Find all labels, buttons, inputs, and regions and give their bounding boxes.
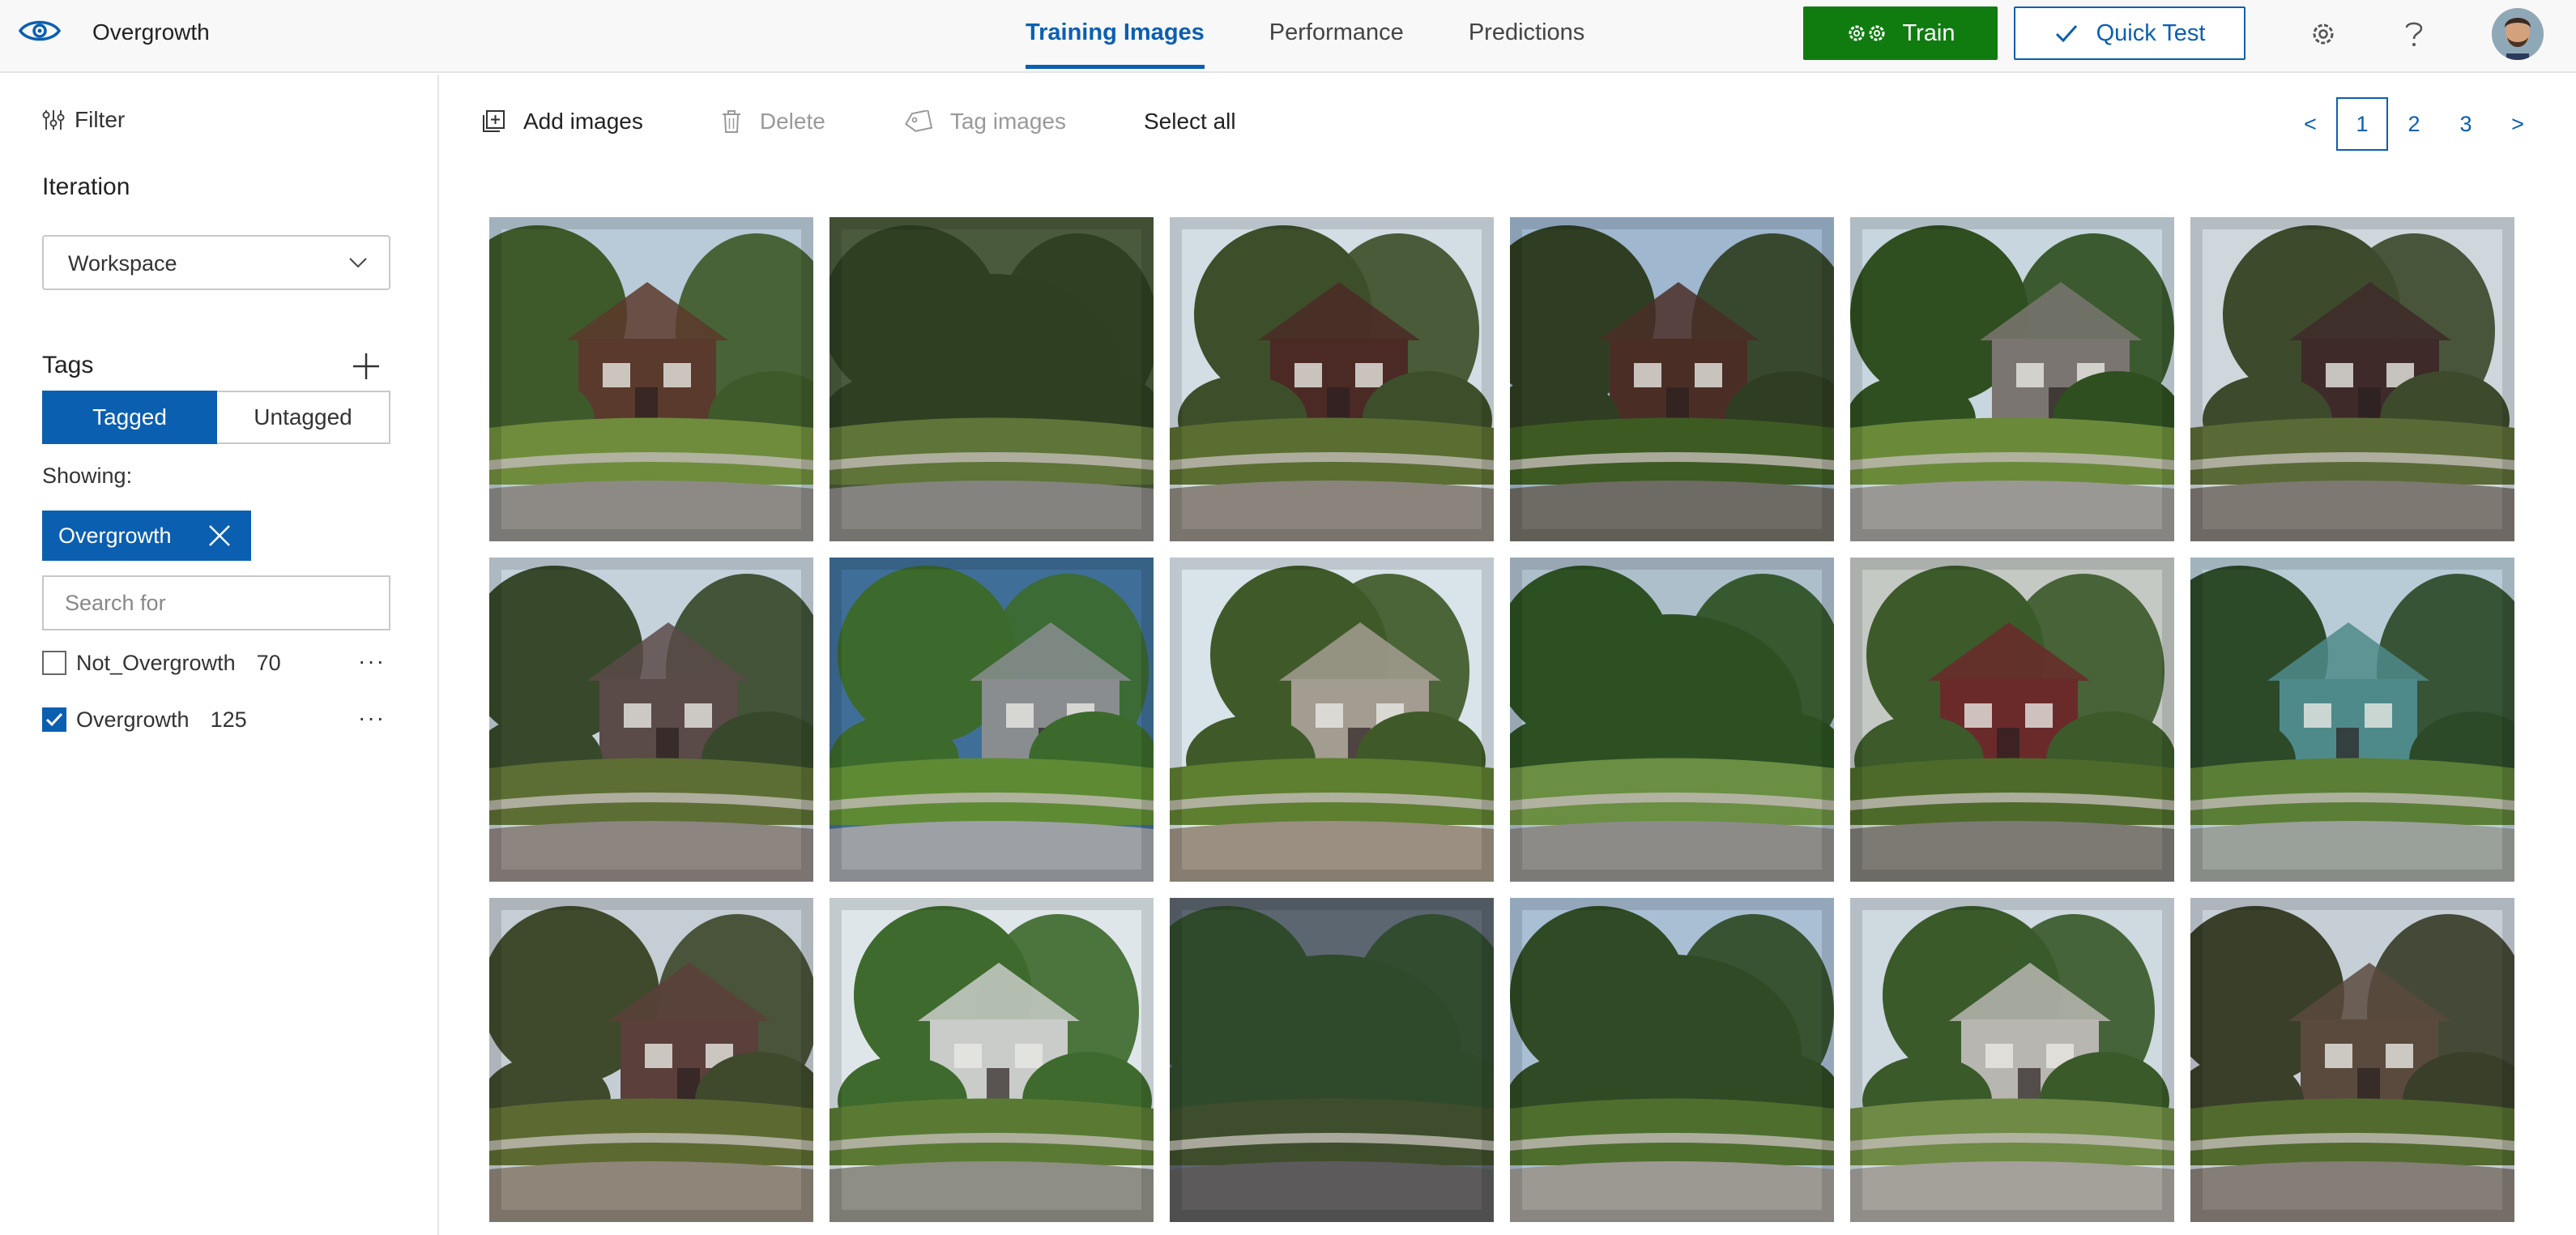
chip-label: Overgrowth (58, 523, 172, 548)
tag-name: Overgrowth (76, 707, 190, 732)
train-button[interactable]: Train (1803, 6, 1998, 60)
training-image-thumbnail[interactable] (1510, 898, 1834, 1222)
training-image-thumbnail[interactable] (1170, 217, 1494, 541)
add-tag-plus-icon[interactable] (350, 350, 382, 382)
chevron-down-icon (349, 258, 367, 268)
tag-search-input[interactable] (42, 575, 390, 630)
train-label: Train (1902, 19, 1955, 46)
tags-heading: Tags (42, 352, 94, 378)
tag-name: Not_Overgrowth (76, 650, 236, 675)
tag-checkbox-checked[interactable] (42, 707, 66, 732)
tab-training-images[interactable]: Training Images (1026, 0, 1205, 73)
iteration-heading: Iteration (42, 173, 130, 200)
top-bar: Overgrowth Training Images Performance P… (0, 0, 2576, 73)
iteration-dropdown-value: Workspace (68, 251, 177, 276)
quick-test-button[interactable]: Quick Test (2014, 6, 2245, 60)
gears-icon (1849, 25, 1884, 41)
more-options-icon[interactable]: ··· (358, 648, 386, 674)
tag-images-label: Tag images (949, 109, 1066, 134)
tag-images-button[interactable]: Tag images (903, 109, 1066, 135)
image-grid (489, 217, 2514, 1222)
tag-icon (904, 110, 932, 132)
training-image-thumbnail[interactable] (489, 558, 813, 882)
next-page-button[interactable]: > (2492, 97, 2544, 151)
main-nav: Training Images Performance Predictions (1026, 0, 1649, 73)
training-image-thumbnail[interactable] (1170, 558, 1494, 882)
add-images-label: Add images (523, 109, 643, 134)
delete-label: Delete (759, 109, 825, 134)
training-image-thumbnail[interactable] (489, 898, 813, 1222)
tag-count: 70 (256, 650, 281, 675)
tagged-toggle: Tagged Untagged (42, 391, 390, 444)
training-image-thumbnail[interactable] (1170, 898, 1494, 1222)
tag-count: 125 (210, 707, 247, 732)
training-image-thumbnail[interactable] (2190, 898, 2514, 1222)
tagged-option[interactable]: Tagged (42, 391, 217, 444)
image-toolbar: Add images Delete Tag images Select all (481, 105, 1314, 138)
add-images-button[interactable]: Add images (481, 109, 643, 135)
pagination: < 1 2 3 > (2284, 96, 2544, 152)
add-image-icon (483, 110, 505, 132)
page-3-button[interactable]: 3 (2440, 97, 2492, 151)
tag-row-overgrowth[interactable]: Overgrowth 125 ··· (42, 703, 390, 736)
training-image-thumbnail[interactable] (1850, 558, 2174, 882)
checkmark-icon (45, 712, 63, 727)
page-1-button[interactable]: 1 (2336, 97, 2388, 151)
training-image-thumbnail[interactable] (2190, 217, 2514, 541)
more-options-icon[interactable]: ··· (358, 705, 386, 731)
training-image-thumbnail[interactable] (489, 217, 813, 541)
tag-row-not-overgrowth[interactable]: Not_Overgrowth 70 ··· (42, 647, 390, 679)
training-image-thumbnail[interactable] (1850, 898, 2174, 1222)
close-icon[interactable] (207, 523, 232, 548)
tag-checkbox[interactable] (42, 651, 66, 675)
filter-button[interactable]: Filter (42, 107, 125, 133)
project-title: Overgrowth (92, 19, 210, 45)
training-image-thumbnail[interactable] (2190, 558, 2514, 882)
filter-label: Filter (75, 107, 126, 132)
tab-predictions[interactable]: Predictions (1469, 0, 1584, 73)
training-image-thumbnail[interactable] (1510, 217, 1834, 541)
user-avatar[interactable] (2492, 8, 2544, 60)
active-filter-chip[interactable]: Overgrowth (42, 511, 251, 561)
delete-button[interactable]: Delete (721, 109, 825, 135)
training-image-thumbnail[interactable] (1510, 558, 1834, 882)
training-image-thumbnail[interactable] (1850, 217, 2174, 541)
training-image-thumbnail[interactable] (830, 898, 1154, 1222)
sidebar: Filter Iteration Workspace Tags Tagged U… (0, 75, 439, 1235)
quick-test-label: Quick Test (2096, 19, 2206, 46)
eye-logo-icon[interactable] (18, 15, 62, 47)
help-icon[interactable] (2396, 16, 2432, 52)
page-2-button[interactable]: 2 (2388, 97, 2440, 151)
settings-gear-icon[interactable] (2305, 16, 2341, 52)
prev-page-button[interactable]: < (2284, 97, 2336, 151)
filter-sliders-icon (42, 110, 65, 130)
trash-icon (722, 110, 740, 133)
iteration-dropdown[interactable]: Workspace (42, 235, 390, 290)
tab-performance[interactable]: Performance (1269, 0, 1404, 73)
select-all-button[interactable]: Select all (1144, 109, 1236, 135)
training-image-thumbnail[interactable] (830, 558, 1154, 882)
training-image-thumbnail[interactable] (830, 217, 1154, 541)
showing-label: Showing: (42, 464, 133, 488)
checkmark-icon (2055, 25, 2077, 43)
untagged-option[interactable]: Untagged (217, 391, 390, 444)
